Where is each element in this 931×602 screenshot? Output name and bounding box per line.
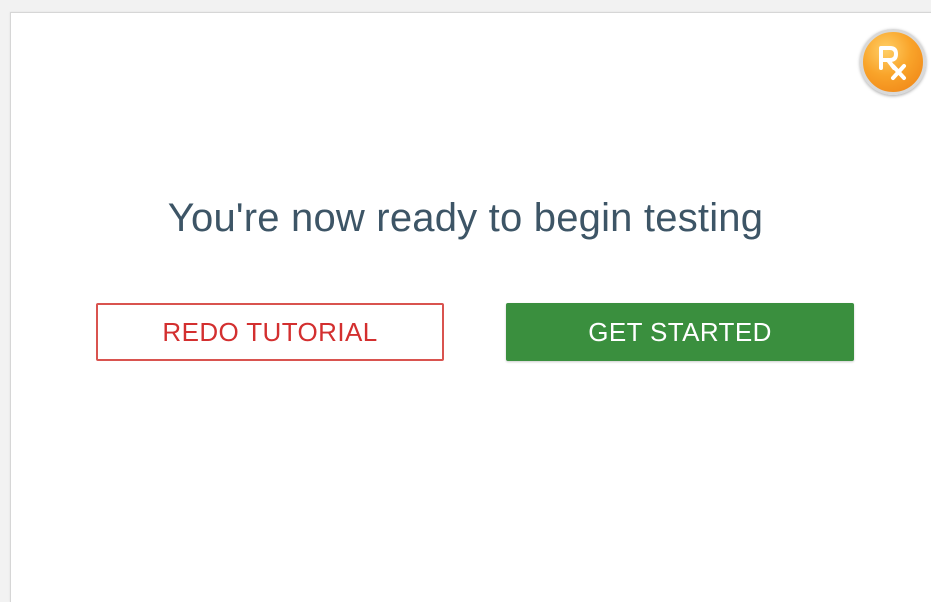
rx-glyph <box>879 46 906 80</box>
redo-tutorial-label: REDO TUTORIAL <box>162 316 378 347</box>
page-title: You're now ready to begin testing <box>167 196 764 240</box>
get-started-label: GET STARTED <box>588 316 772 347</box>
redo-tutorial-button[interactable]: REDO TUTORIAL <box>96 303 444 361</box>
get-started-button[interactable]: GET STARTED <box>506 303 854 361</box>
rx-icon <box>860 29 926 95</box>
